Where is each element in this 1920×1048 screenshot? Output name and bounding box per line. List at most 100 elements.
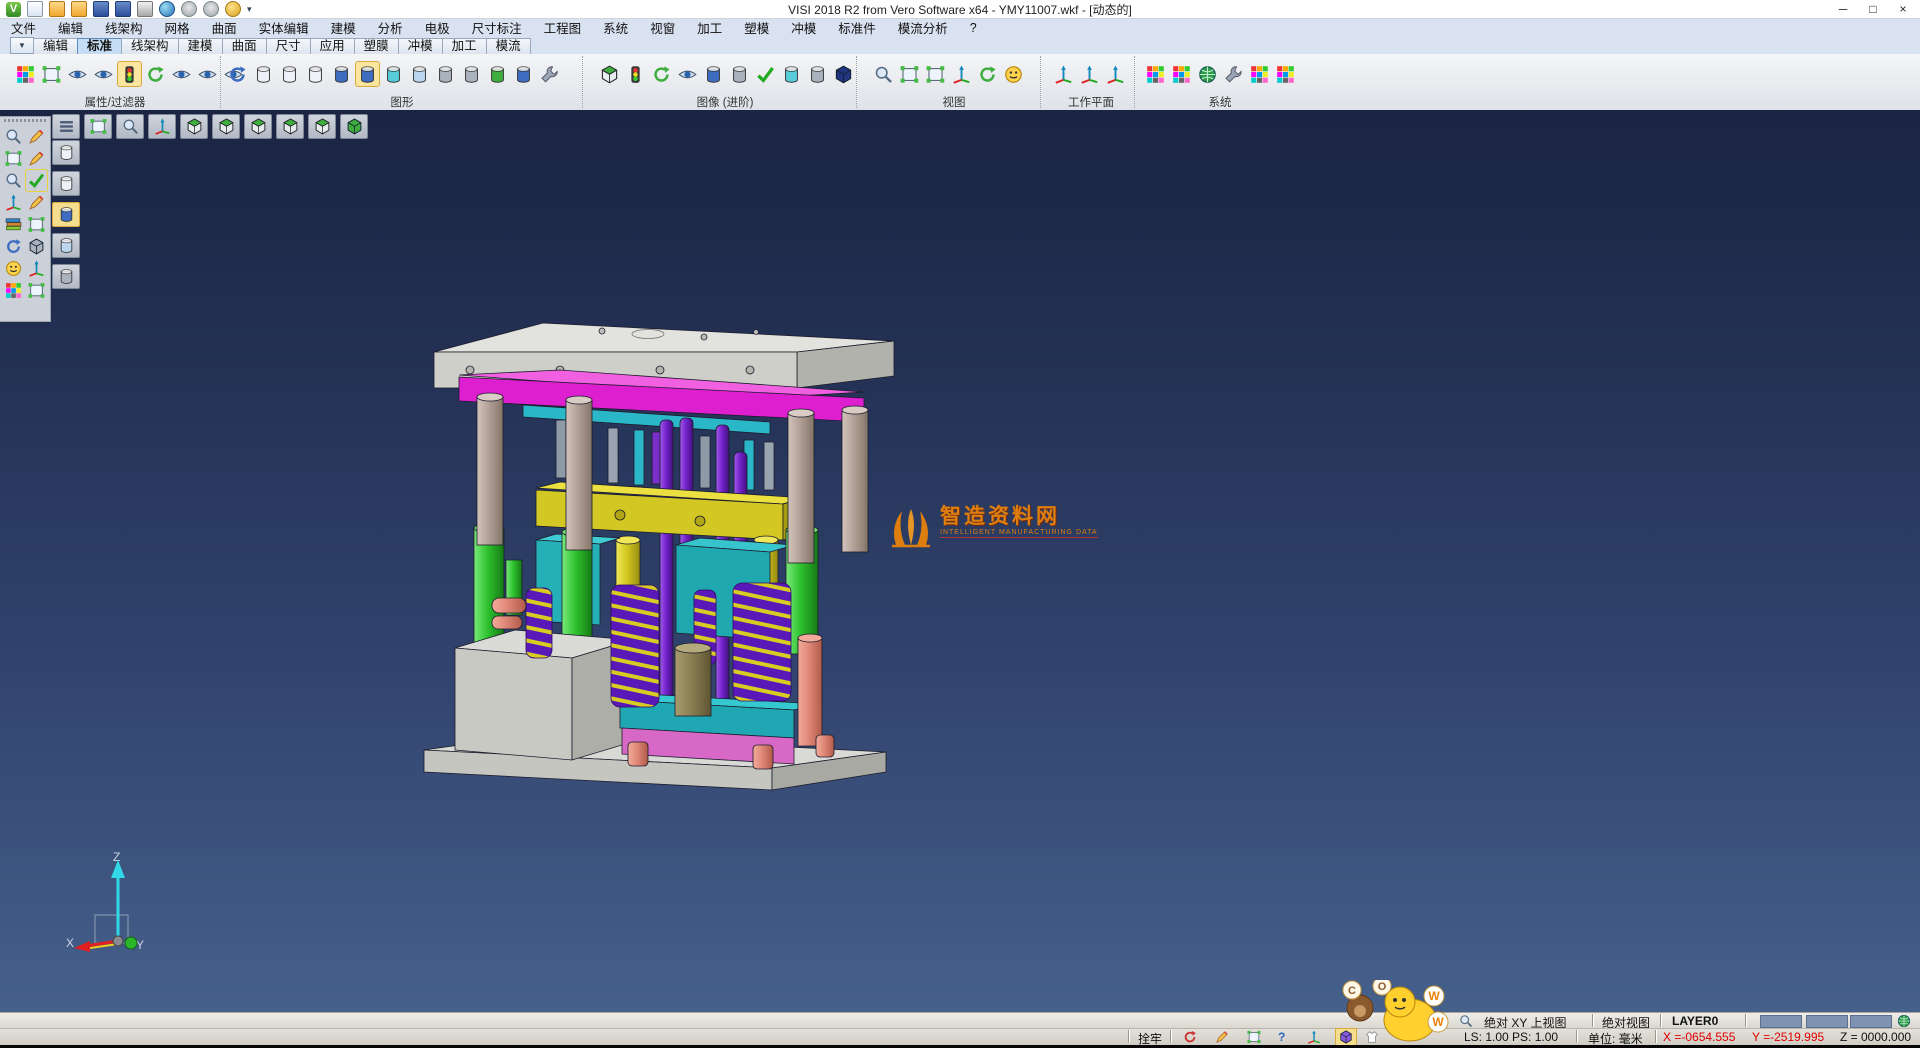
menu-machining[interactable]: 加工: [686, 18, 733, 37]
transparent-mode-icon[interactable]: [52, 233, 80, 258]
regen-graphics-icon[interactable]: [226, 62, 249, 86]
menu-mold[interactable]: 塑模: [733, 18, 780, 37]
confirm-selection-icon[interactable]: [26, 170, 47, 191]
view-bottom-icon[interactable]: [212, 114, 240, 139]
color-table-icon[interactable]: [1144, 62, 1167, 86]
zoom-previous-icon[interactable]: [3, 126, 24, 147]
status-field-3[interactable]: [1850, 1015, 1892, 1028]
view-right-icon[interactable]: [276, 114, 304, 139]
solid-box-icon[interactable]: [26, 236, 47, 257]
hidden-line-style-icon[interactable]: [278, 62, 301, 86]
zoom-window-icon[interactable]: [898, 62, 921, 86]
image-solid-view-icon[interactable]: [832, 62, 855, 86]
status-field-2[interactable]: [1806, 1015, 1848, 1028]
view-top-icon[interactable]: [180, 114, 208, 139]
spline-icon[interactable]: [26, 192, 47, 213]
refresh-visibility-icon[interactable]: [144, 62, 167, 86]
viewport-3d[interactable]: Z X Y 智造资料网 INTELLIGENT MANUFACTURING DA…: [0, 110, 1920, 1012]
close-button[interactable]: ×: [1888, 0, 1918, 18]
tab-surface[interactable]: 曲面: [222, 38, 267, 54]
zoom-extents-icon[interactable]: [84, 114, 112, 139]
status-snap-icon[interactable]: [1304, 1029, 1324, 1045]
wireframe-mode-icon[interactable]: [52, 140, 80, 165]
image-validate-icon[interactable]: [754, 62, 777, 86]
mesh-style-icon[interactable]: [434, 62, 457, 86]
delete-sketch-icon[interactable]: [26, 126, 47, 147]
tab-edit[interactable]: 编辑: [33, 38, 78, 54]
tab-machining[interactable]: 加工: [442, 38, 487, 54]
view-front-icon[interactable]: [308, 114, 336, 139]
layer-flags-icon[interactable]: [3, 280, 24, 301]
view-left-icon[interactable]: [244, 114, 272, 139]
mesh-mode-icon[interactable]: [52, 264, 80, 289]
notes-icon[interactable]: [26, 280, 47, 301]
attribute-books-icon[interactable]: [3, 214, 24, 235]
transparent-style-icon[interactable]: [382, 62, 405, 86]
menu-analysis[interactable]: 分析: [367, 18, 414, 37]
show-entities-icon[interactable]: [66, 62, 89, 86]
menu-drawing[interactable]: 工程图: [533, 18, 593, 37]
tab-wireframe[interactable]: 线架构: [121, 38, 179, 54]
hide-entities-icon[interactable]: [92, 62, 115, 86]
view-iso-icon[interactable]: [340, 114, 368, 139]
status-field-1[interactable]: [1760, 1015, 1802, 1028]
tab-stamping[interactable]: 冲模: [398, 38, 443, 54]
graphics-settings-icon[interactable]: [538, 62, 561, 86]
menu-flow-analysis[interactable]: 模流分析: [887, 18, 959, 37]
status-help-icon[interactable]: ?: [1278, 1030, 1285, 1044]
workplane-set-icon[interactable]: [1052, 62, 1075, 86]
view-refresh-icon[interactable]: [976, 62, 999, 86]
render-update-icon[interactable]: [486, 62, 509, 86]
shaded-edges-style-icon[interactable]: [356, 62, 379, 86]
tab-mold[interactable]: 塑膜: [354, 38, 399, 54]
pan-icon[interactable]: [950, 62, 973, 86]
status-globe-icon[interactable]: [1894, 1013, 1914, 1029]
grid-plane-icon[interactable]: [26, 214, 47, 235]
image-wire-icon[interactable]: [728, 62, 751, 86]
status-refresh-icon[interactable]: [1180, 1029, 1200, 1045]
menu-mesh[interactable]: 网格: [154, 18, 201, 37]
snap-settings-icon[interactable]: [1248, 62, 1271, 86]
copy-attributes-icon[interactable]: [40, 62, 63, 86]
axonometric-icon[interactable]: [148, 114, 176, 139]
maximize-button[interactable]: □: [1858, 0, 1888, 18]
view-orient-icon[interactable]: [1002, 62, 1025, 86]
image-refresh-icon[interactable]: [650, 62, 673, 86]
dynamic-rotate-icon[interactable]: [3, 192, 24, 213]
hidden-line-mode-icon[interactable]: [52, 171, 80, 196]
grid-settings-icon[interactable]: [1274, 62, 1297, 86]
tab-standard[interactable]: 标准: [77, 38, 122, 54]
menu-wireframe[interactable]: 线架构: [94, 18, 154, 37]
shaded-mode-icon[interactable]: [52, 202, 80, 227]
measure-icon[interactable]: [26, 258, 47, 279]
active-layer-label[interactable]: LAYER0: [1672, 1014, 1718, 1028]
invert-visibility-icon[interactable]: [170, 62, 193, 86]
workplane-align-icon[interactable]: [1078, 62, 1101, 86]
menu-surface[interactable]: 曲面: [201, 18, 248, 37]
ghost-style-icon[interactable]: [408, 62, 431, 86]
menu-edit[interactable]: 编辑: [47, 18, 94, 37]
system-settings-icon[interactable]: [1222, 62, 1245, 86]
image-cube-icon[interactable]: [598, 62, 621, 86]
filter-toggle-icon[interactable]: [118, 62, 141, 86]
image-texture-icon[interactable]: [806, 62, 829, 86]
menu-solid-edit[interactable]: 实体编辑: [248, 18, 320, 37]
system-globe-icon[interactable]: [1196, 62, 1219, 86]
menu-system[interactable]: 系统: [592, 18, 639, 37]
tab-modeling[interactable]: 建模: [178, 38, 223, 54]
menu-file[interactable]: 文件: [0, 18, 47, 37]
render-export-icon[interactable]: [512, 62, 535, 86]
menu-help[interactable]: ?: [959, 21, 988, 35]
status-pick-icon[interactable]: [1212, 1029, 1232, 1045]
zoom-dynamic-icon[interactable]: [116, 114, 144, 139]
minimize-button[interactable]: ─: [1828, 0, 1858, 18]
menu-dimension[interactable]: 尺寸标注: [461, 18, 533, 37]
menu-standard-parts[interactable]: 标准件: [827, 18, 887, 37]
menu-window[interactable]: 视窗: [639, 18, 686, 37]
help-tool-icon[interactable]: [3, 258, 24, 279]
zoom-scale-icon[interactable]: [3, 170, 24, 191]
dashed-style-icon[interactable]: [304, 62, 327, 86]
hatch-style-icon[interactable]: [460, 62, 483, 86]
status-box-icon[interactable]: [1244, 1029, 1264, 1045]
wireframe-style-icon[interactable]: [252, 62, 275, 86]
